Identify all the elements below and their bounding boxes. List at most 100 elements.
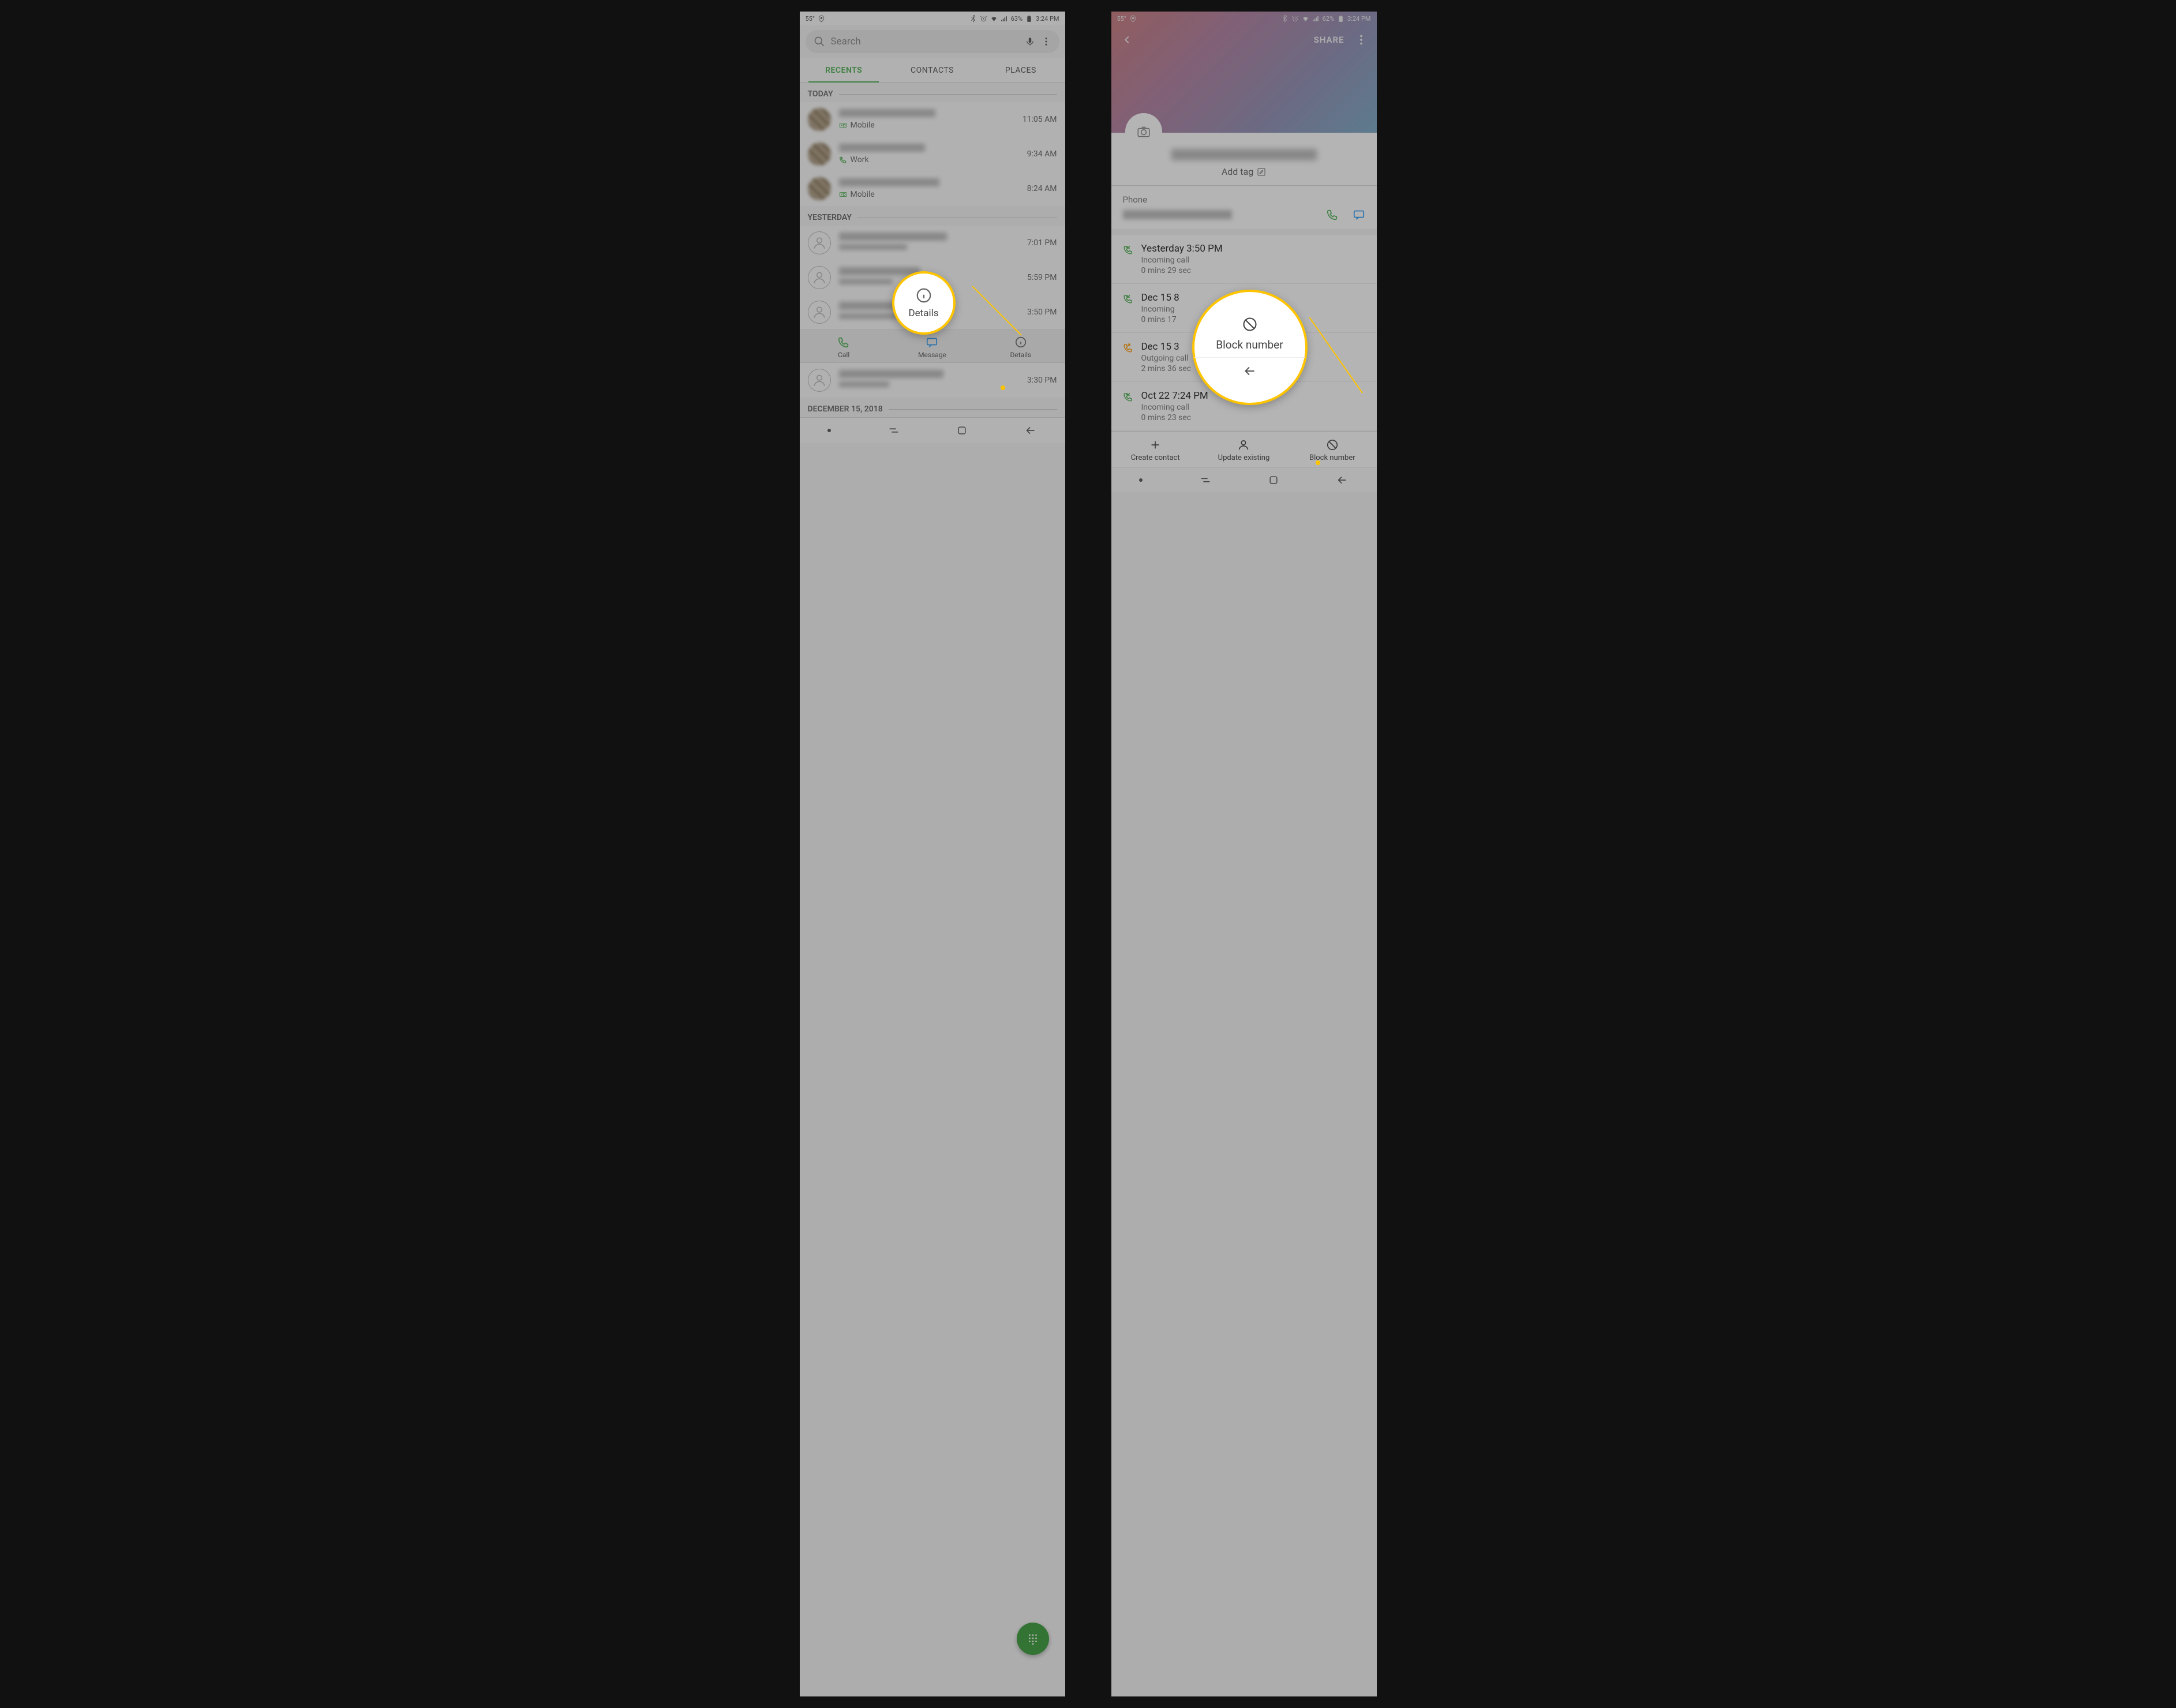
tab-contacts[interactable]: CONTACTS <box>888 58 976 82</box>
alarm-icon <box>980 15 987 23</box>
history-row[interactable]: Yesterday 3:50 PM Incoming call 0 mins 2… <box>1111 235 1377 284</box>
contact-name-blurred <box>839 144 926 152</box>
dialpad-fab[interactable] <box>1017 1623 1049 1655</box>
history-row[interactable]: Dec 15 8 Incoming 0 mins 17 <box>1111 284 1377 333</box>
more-icon[interactable] <box>1041 36 1051 47</box>
location-icon <box>818 15 825 23</box>
nav-back-icon[interactable] <box>1024 424 1037 437</box>
avatar-placeholder <box>808 266 831 289</box>
temperature: 55° <box>806 15 815 23</box>
recents-row[interactable]: Mobile 8:24 AM <box>800 171 1065 206</box>
avatar-placeholder <box>808 301 831 324</box>
camera-icon <box>1136 124 1151 139</box>
back-icon[interactable] <box>1121 33 1133 46</box>
update-existing-button[interactable]: Update existing <box>1200 439 1288 462</box>
block-number-button[interactable]: Block number <box>1288 439 1376 462</box>
history-row[interactable]: Dec 15 3 Outgoing call 2 mins 36 sec <box>1111 333 1377 382</box>
nav-back-icon[interactable] <box>1336 474 1349 486</box>
contact-sub-blurred <box>839 381 889 387</box>
history-row[interactable]: Oct 22 7:24 PM Incoming call 0 mins 23 s… <box>1111 382 1377 431</box>
clock-time: 3:24 PM <box>1036 15 1059 23</box>
search-bar[interactable]: Search <box>806 30 1059 53</box>
search-placeholder: Search <box>831 36 1019 47</box>
incoming-call-icon <box>1123 245 1133 255</box>
section-yesterday: YESTERDAY <box>800 206 1065 226</box>
dialpad-icon <box>1027 1632 1039 1645</box>
contact-name-blurred <box>839 109 935 117</box>
hd-icon <box>839 121 847 129</box>
call-time: 7:01 PM <box>1027 238 1057 248</box>
nav-recents-icon[interactable] <box>1199 474 1212 486</box>
phone-block: Phone <box>1111 186 1377 229</box>
tab-places[interactable]: PLACES <box>976 58 1065 82</box>
incoming-call-icon <box>1123 392 1133 402</box>
recents-row[interactable]: 3:30 PM <box>800 363 1065 398</box>
outgoing-call-icon <box>1123 343 1133 353</box>
expanded-actions: Call Message Details <box>800 329 1065 363</box>
nav-home-icon[interactable] <box>1268 474 1279 486</box>
bluetooth-icon <box>1281 15 1289 23</box>
wifi-icon <box>990 15 998 23</box>
search-icon <box>814 36 825 47</box>
contact-name-blurred <box>839 267 920 275</box>
avatar <box>808 108 831 131</box>
camera-button[interactable] <box>1125 113 1162 150</box>
contact-name-blurred <box>1171 149 1317 160</box>
call-icon[interactable] <box>1326 208 1339 221</box>
recents-row[interactable]: 5:59 PM <box>800 260 1065 295</box>
battery-icon <box>1337 15 1344 23</box>
info-icon <box>1014 336 1027 349</box>
call-time: 3:30 PM <box>1027 376 1057 385</box>
status-bar: 55° 62% 3:24 PM <box>1111 12 1377 25</box>
nav-dot <box>827 429 831 432</box>
incoming-call-icon <box>839 156 847 164</box>
tabs: RECENTS CONTACTS PLACES <box>800 58 1065 83</box>
mic-icon[interactable] <box>1025 36 1035 47</box>
details-button[interactable]: Details <box>976 336 1065 359</box>
phone-contact-detail-screen: 55° 62% 3:24 PM SHARE Add tag <box>1111 12 1377 1696</box>
nav-recents-icon[interactable] <box>887 424 900 437</box>
section-today: TODAY <box>800 83 1065 102</box>
tab-recents[interactable]: RECENTS <box>800 58 888 82</box>
add-tag-button[interactable]: Add tag <box>1222 166 1266 177</box>
signal-icon <box>1312 15 1320 23</box>
phone-icon <box>837 336 850 349</box>
nav-dot <box>1139 478 1143 482</box>
status-bar: 55° 63% 3:24 PM <box>800 12 1065 25</box>
section-dec15: DECEMBER 15, 2018 <box>800 398 1065 417</box>
nav-bar <box>800 417 1065 443</box>
message-icon[interactable] <box>1353 208 1365 221</box>
avatar <box>808 143 831 166</box>
call-time: 3:50 PM <box>1027 308 1057 317</box>
nav-home-icon[interactable] <box>956 425 968 436</box>
message-icon <box>926 336 938 349</box>
recents-row[interactable]: Mobile 11:05 AM <box>800 102 1065 137</box>
phone-label: Phone <box>1123 194 1365 205</box>
phone-recents-screen: 55° 63% 3:24 PM Search RECENTS CONTACTS … <box>800 12 1065 1696</box>
nav-bar <box>1111 467 1377 492</box>
contact-name-blurred <box>839 302 932 310</box>
avatar-placeholder <box>808 231 831 254</box>
call-time: 8:24 AM <box>1027 184 1057 193</box>
recents-row-expanded[interactable]: 3:50 PM <box>800 295 1065 329</box>
call-button[interactable]: Call <box>800 336 888 359</box>
avatar <box>808 177 831 200</box>
plus-icon <box>1149 439 1162 451</box>
person-icon <box>1237 439 1250 451</box>
battery-icon <box>1025 15 1033 23</box>
share-button[interactable]: SHARE <box>1314 35 1344 45</box>
temperature: 55° <box>1117 15 1126 23</box>
recents-row[interactable]: 7:01 PM <box>800 226 1065 260</box>
create-contact-button[interactable]: Create contact <box>1111 439 1200 462</box>
message-button[interactable]: Message <box>888 336 976 359</box>
contact-sub-blurred <box>839 244 908 250</box>
battery-percent: 63% <box>1011 15 1023 23</box>
more-icon[interactable] <box>1355 33 1368 46</box>
alarm-icon <box>1291 15 1299 23</box>
bluetooth-icon <box>969 15 977 23</box>
contact-hero: SHARE <box>1111 12 1377 133</box>
recents-row[interactable]: Work 9:34 AM <box>800 137 1065 171</box>
edit-icon <box>1257 167 1266 177</box>
call-history: Yesterday 3:50 PM Incoming call 0 mins 2… <box>1111 235 1377 431</box>
wifi-icon <box>1302 15 1309 23</box>
